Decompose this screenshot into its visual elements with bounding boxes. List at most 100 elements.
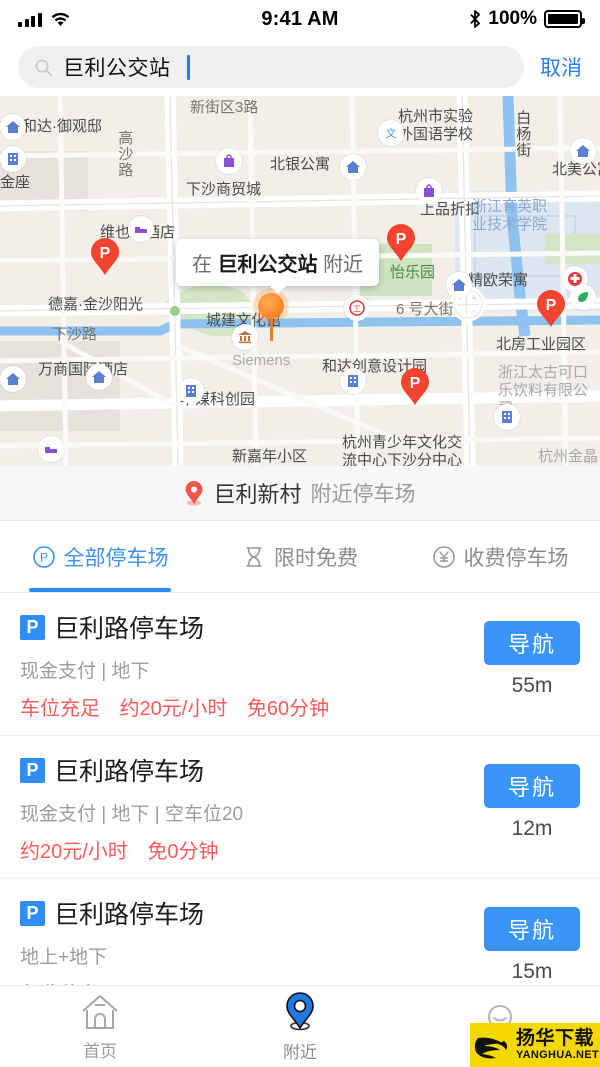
map-label: 6 号大街 <box>396 301 454 318</box>
map-label: 杭州金晶 <box>538 448 599 465</box>
navigate-button[interactable]: 导航 <box>484 907 580 951</box>
battery-percent-label: 100% <box>488 8 537 29</box>
app-screen: 9:41 AM 100% 巨利公交站 取消 和达·御观邸 新街区3路 杭州市实验… <box>0 0 600 1067</box>
house-poi-icon[interactable] <box>446 272 472 298</box>
map-label: 和达·御观邸 <box>22 118 102 135</box>
building-poi-icon[interactable] <box>340 368 366 394</box>
search-bar: 巨利公交站 取消 <box>0 38 600 96</box>
price-tag: 约20元/小时 <box>20 841 128 863</box>
svg-text:P: P <box>39 550 47 564</box>
price-tag: 免0分钟 <box>147 841 219 863</box>
parking-badge-icon: P <box>20 614 45 640</box>
phoenix-logo-icon <box>474 1028 510 1062</box>
map-label: 金座 <box>0 174 31 191</box>
map-parking-pin[interactable]: P <box>386 224 416 262</box>
parking-name: 巨利路停车场 <box>54 901 205 929</box>
svg-text:文: 文 <box>386 126 397 140</box>
navigate-button[interactable]: 导航 <box>484 621 580 665</box>
map-view[interactable]: 和达·御观邸 新街区3路 杭州市实验 外国语学校 白杨街 高沙路 北银公寓 北美… <box>0 96 600 466</box>
tab-limited-free[interactable]: 限时免费 <box>200 521 400 592</box>
circled-p-icon: P <box>32 545 55 568</box>
map-label: 万商国际酒店 <box>38 361 129 378</box>
tab-paid-parking-label: 收费停车场 <box>463 546 569 570</box>
map-label: 精欧荣寓 <box>468 272 529 289</box>
house-poi-icon[interactable] <box>570 138 596 164</box>
battery-icon <box>544 10 585 28</box>
building-poi-icon[interactable] <box>494 404 520 430</box>
hotel-poi-icon[interactable] <box>38 436 64 462</box>
hourglass-icon <box>246 546 262 567</box>
map-label: 怡乐园 <box>390 264 436 281</box>
map-label: 北美公寓 <box>552 161 600 178</box>
parking-name: 巨利路停车场 <box>54 615 205 643</box>
cancel-button[interactable]: 取消 <box>538 52 582 82</box>
map-callout-bubble[interactable]: 在 巨利公交站 附近 <box>176 239 380 294</box>
map-parking-pin[interactable]: P <box>400 368 430 406</box>
bottom-nav-item-nearby[interactable]: 附近 <box>200 986 400 1067</box>
svg-text:P: P <box>410 375 421 392</box>
house-poi-icon[interactable] <box>340 154 366 180</box>
building-poi-icon[interactable] <box>178 378 204 404</box>
status-bar-right: 100% <box>469 8 585 30</box>
parking-badge-icon: P <box>20 900 45 926</box>
parking-name: 巨利路停车场 <box>54 758 205 786</box>
parking-distance: 55m <box>511 674 553 697</box>
house-poi-icon[interactable] <box>0 114 26 140</box>
bluetooth-icon <box>470 10 481 28</box>
map-label: 白杨街 <box>514 110 532 158</box>
museum-poi-icon[interactable] <box>232 324 258 350</box>
map-label: 新街区3路 <box>190 99 259 116</box>
svg-text:P: P <box>100 245 111 262</box>
location-name: 巨利新村 <box>213 482 302 507</box>
parking-actions: 导航 55m <box>484 621 580 698</box>
tab-paid-parking[interactable]: 收费停车场 <box>400 521 600 592</box>
parking-actions: 导航 12m <box>484 764 580 841</box>
tab-all-parking-label: 全部停车场 <box>63 546 169 570</box>
circled-yen-icon <box>432 545 455 568</box>
search-icon <box>35 59 53 76</box>
tab-all-parking[interactable]: P 全部停车场 <box>0 521 200 592</box>
building-poi-icon[interactable] <box>0 146 26 172</box>
map-pin-icon <box>286 991 314 1030</box>
svg-text:P: P <box>546 297 557 314</box>
search-input-value: 巨利公交站 <box>63 57 171 80</box>
text-caret <box>186 54 190 80</box>
location-suffix: 附近停车场 <box>310 483 416 506</box>
location-header[interactable]: 巨利新村 附近停车场 <box>0 466 600 521</box>
location-pin-icon <box>185 480 203 506</box>
watermark-text: 扬华下载 YANGHUA.NET <box>516 1029 599 1061</box>
tab-limited-free-label: 限时免费 <box>274 546 358 570</box>
bubble-prefix: 在 <box>192 254 212 276</box>
map-label: 北房工业园区 <box>496 336 587 353</box>
house-poi-icon[interactable] <box>86 364 112 390</box>
shopping-bag-poi-icon[interactable] <box>216 148 242 174</box>
svg-text:工: 工 <box>353 305 361 314</box>
map-label: 德嘉·金沙阳光 <box>48 296 143 313</box>
map-parking-pin[interactable]: P <box>536 290 566 328</box>
map-label: 下沙商贸城 <box>186 181 262 198</box>
school-poi-icon[interactable]: 文 <box>378 120 404 146</box>
shopping-bag-poi-icon[interactable] <box>416 178 442 204</box>
tab-active-underline <box>29 588 171 592</box>
map-label: 浙江育英职 业技术学院 <box>472 198 548 233</box>
map-label: 北银公寓 <box>270 156 331 173</box>
price-tag: 车位充足 <box>20 698 100 720</box>
search-input[interactable]: 巨利公交站 <box>18 46 524 88</box>
map-label: Siemens <box>232 352 291 369</box>
map-label: 杭州市实验 外国语学校 <box>398 108 474 143</box>
parking-badge-icon: P <box>20 757 45 783</box>
price-tag: 免60分钟 <box>246 698 330 720</box>
leaf-poi-icon[interactable] <box>570 284 596 310</box>
house-poi-icon[interactable] <box>0 366 26 392</box>
parking-distance: 12m <box>511 817 553 840</box>
navigate-button[interactable]: 导航 <box>484 764 580 808</box>
map-parking-pin[interactable]: P <box>90 238 120 276</box>
bottom-nav-item-home[interactable]: 首页 <box>0 986 200 1067</box>
price-tag: 约20元/小时 <box>119 698 228 720</box>
focus-marker[interactable] <box>258 293 284 341</box>
map-label: 新嘉年小区 <box>232 448 308 465</box>
parking-list-item[interactable]: P 巨利路停车场 现金支付 | 地下 | 空车位20 约20元/小时 免0分钟 … <box>0 736 600 879</box>
hotel-poi-icon[interactable] <box>128 216 154 242</box>
bank-poi-icon[interactable]: 工 <box>344 295 370 321</box>
parking-list-item[interactable]: P 巨利路停车场 现金支付 | 地下 车位充足 约20元/小时 免60分钟 导航… <box>0 593 600 736</box>
